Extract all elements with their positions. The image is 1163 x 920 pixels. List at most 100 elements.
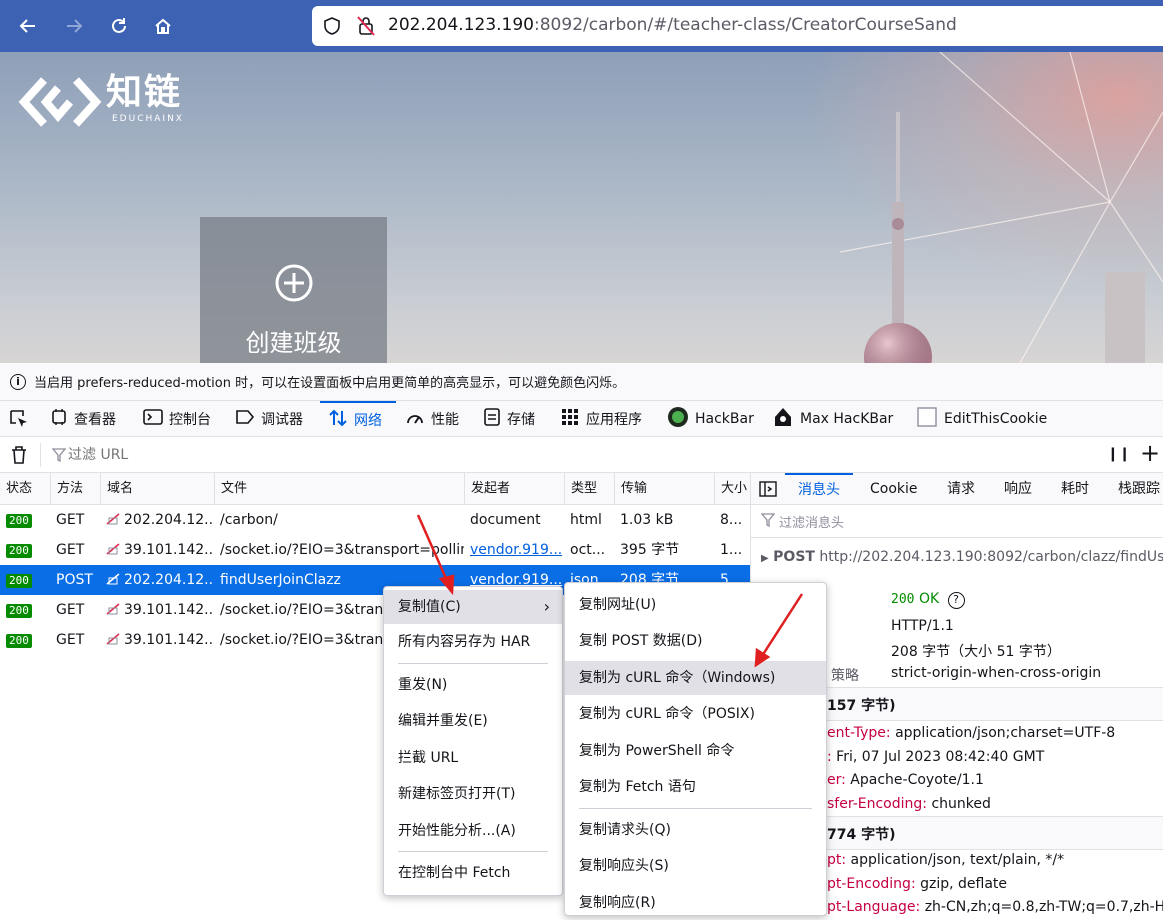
- insecure-icon: [106, 543, 120, 555]
- menu-item-copy-post-data[interactable]: 复制 POST 数据(D): [565, 624, 826, 658]
- status-text: OK: [918, 591, 940, 607]
- column-domain[interactable]: 域名: [100, 473, 214, 505]
- menu-item-block-url[interactable]: 拦截 URL: [384, 741, 562, 775]
- header-key: pt-Language:: [827, 899, 921, 914]
- tab-debugger[interactable]: 调试器: [235, 401, 303, 437]
- performance-icon: [405, 408, 425, 430]
- menu-item-copy-curl-posix[interactable]: 复制为 cURL 命令（POSIX): [565, 697, 826, 731]
- shield-icon[interactable]: [322, 16, 342, 36]
- response-headers-title: 157 字节): [827, 698, 896, 714]
- menu-item-copy-value[interactable]: 复制值(C) ›: [384, 590, 562, 624]
- create-class-label: 创建班级: [245, 329, 342, 357]
- column-method[interactable]: 方法: [50, 473, 100, 505]
- menu-item-edit-resend[interactable]: 编辑并重发(E): [384, 704, 562, 738]
- tab-max-hackbar[interactable]: Max HacKBar: [772, 401, 893, 437]
- request-line: ▶ POST http://202.204.123.190:8092/carbo…: [761, 549, 1163, 565]
- add-icon[interactable]: +: [1140, 439, 1160, 467]
- header-value: chunked: [931, 796, 991, 812]
- column-file[interactable]: 文件: [214, 473, 464, 505]
- url-path: :8092/carbon/#/teacher-class/CreatorCour…: [534, 15, 957, 35]
- column-transfer[interactable]: 传输: [614, 473, 714, 505]
- help-icon[interactable]: ?: [947, 592, 965, 609]
- menu-item-copy-response-headers[interactable]: 复制响应头(S): [565, 849, 826, 883]
- header-row: sfer-Encoding: chunked: [827, 796, 991, 812]
- back-button[interactable]: [10, 8, 46, 44]
- tab-application[interactable]: 应用程序: [560, 401, 642, 437]
- table-row[interactable]: 200 GET 39.101.142... /socket.io/?EIO=3&…: [0, 535, 750, 565]
- request-url: http://202.204.123.190:8092/carbon/clazz…: [819, 549, 1163, 565]
- tab-hackbar[interactable]: HackBar: [667, 401, 754, 437]
- forward-button[interactable]: [56, 8, 92, 44]
- insecure-icon: [106, 573, 120, 585]
- tab-timings[interactable]: 耗时: [1061, 473, 1089, 505]
- reload-button[interactable]: [101, 8, 137, 44]
- column-status[interactable]: 状态: [0, 473, 50, 505]
- tab-label: 网络: [354, 413, 382, 429]
- url-host: 202.204.123.190: [388, 15, 535, 35]
- transferred-size: 208 字节（大小 51 字节）: [891, 644, 1061, 660]
- tab-cookie[interactable]: Cookie: [870, 473, 918, 505]
- notice-text: 当启用 prefers-reduced-motion 时，可以在设置面板中启用更…: [34, 376, 626, 391]
- menu-item-copy-fetch[interactable]: 复制为 Fetch 语句: [565, 770, 826, 804]
- status-badge: 200: [6, 634, 32, 648]
- tab-editthiscookie[interactable]: EditThisCookie: [916, 401, 1047, 437]
- max-hackbar-icon: [772, 406, 794, 432]
- status-line: 200 OK ?: [891, 591, 965, 609]
- create-class-card[interactable]: 创建班级: [200, 217, 387, 363]
- header-value: application/json, text/plain, */*: [850, 852, 1065, 868]
- trash-icon[interactable]: [10, 445, 28, 465]
- tab-inspector[interactable]: 查看器: [50, 401, 116, 437]
- status-code: 200: [891, 592, 915, 607]
- menu-item-fetch-console[interactable]: 在控制台中 Fetch: [384, 856, 562, 890]
- toggle-sidebar-icon[interactable]: [759, 481, 777, 497]
- column-size[interactable]: 大小: [714, 473, 750, 505]
- filter-icon: [52, 448, 66, 462]
- tab-console[interactable]: 控制台: [143, 401, 211, 437]
- tab-response[interactable]: 响应: [1004, 473, 1032, 505]
- forward-arrow-icon: [67, 19, 83, 33]
- tab-request[interactable]: 请求: [947, 473, 975, 505]
- menu-item-copy-response[interactable]: 复制响应(R): [565, 886, 826, 920]
- initiator-cell: vendor.919...: [464, 535, 564, 565]
- menu-item-copy-powershell[interactable]: 复制为 PowerShell 命令: [565, 734, 826, 768]
- reload-icon: [112, 18, 126, 33]
- educhainx-logo[interactable]: 知链 EDUCHAINX: [18, 72, 198, 132]
- menu-item-save-har[interactable]: 所有内容另存为 HAR: [384, 625, 562, 659]
- menu-item-copy-request-headers[interactable]: 复制请求头(Q): [565, 813, 826, 847]
- menu-separator: [579, 808, 812, 809]
- url-bar[interactable]: 202.204.123.190:8092/carbon/#/teacher-cl…: [312, 6, 1163, 46]
- headers-filter-input[interactable]: 过滤消息头: [779, 512, 844, 531]
- status-badge: 200: [6, 574, 32, 588]
- tv-tower-image: [864, 112, 932, 363]
- header-key: :: [827, 749, 832, 765]
- url-filter-input[interactable]: [68, 443, 668, 467]
- insecure-lock-icon[interactable]: [356, 15, 376, 37]
- pause-icon[interactable]: ❙❙: [1107, 446, 1130, 462]
- menu-item-start-profiling[interactable]: 开始性能分析...(A): [384, 814, 562, 848]
- initiator-link[interactable]: vendor.919...: [470, 542, 562, 558]
- column-initiator[interactable]: 发起者: [464, 473, 564, 505]
- home-button[interactable]: [145, 8, 181, 44]
- menu-item-open-new-tab[interactable]: 新建标签页打开(T): [384, 777, 562, 811]
- tab-network[interactable]: 网络: [320, 401, 396, 437]
- tab-performance[interactable]: 性能: [405, 401, 459, 437]
- header-key: ent-Type:: [827, 725, 891, 741]
- header-value: application/json;charset=UTF-8: [895, 725, 1116, 741]
- debugger-icon: [235, 409, 255, 429]
- tab-storage[interactable]: 存储: [483, 401, 535, 437]
- table-row[interactable]: 200 GET 202.204.12... /carbon/ document …: [0, 505, 750, 535]
- menu-item-copy-curl-windows[interactable]: 复制为 cURL 命令（Windows): [565, 661, 826, 695]
- url-text[interactable]: 202.204.123.190:8092/carbon/#/teacher-cl…: [388, 15, 957, 35]
- home-icon: [155, 18, 171, 34]
- storage-icon: [483, 407, 501, 431]
- tab-stack-trace[interactable]: 栈跟踪: [1118, 473, 1160, 505]
- domain-text: 202.204.12...: [124, 572, 214, 588]
- menu-item-copy-url[interactable]: 复制网址(U): [565, 588, 826, 622]
- browser-toolbar: 202.204.123.190:8092/carbon/#/teacher-cl…: [0, 0, 1163, 52]
- tab-headers[interactable]: 消息头: [785, 473, 853, 505]
- column-type[interactable]: 类型: [564, 473, 614, 505]
- reduced-motion-notice: i 当启用 prefers-reduced-motion 时，可以在设置面板中启…: [0, 363, 1163, 401]
- expand-arrow-icon[interactable]: ▶: [761, 553, 769, 564]
- menu-item-resend[interactable]: 重发(N): [384, 668, 562, 702]
- element-picker-button[interactable]: [8, 401, 30, 437]
